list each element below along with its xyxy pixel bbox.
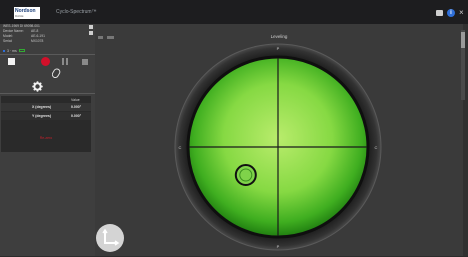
compass-top: P bbox=[277, 46, 280, 51]
axes-icon bbox=[102, 228, 120, 246]
axes-button[interactable] bbox=[96, 224, 124, 252]
bubble-level: P P C C bbox=[174, 43, 382, 251]
compass-right: C bbox=[375, 145, 378, 150]
compass-bottom: P bbox=[277, 244, 280, 249]
compass-left: C bbox=[179, 145, 182, 150]
level-bubble bbox=[234, 164, 257, 186]
